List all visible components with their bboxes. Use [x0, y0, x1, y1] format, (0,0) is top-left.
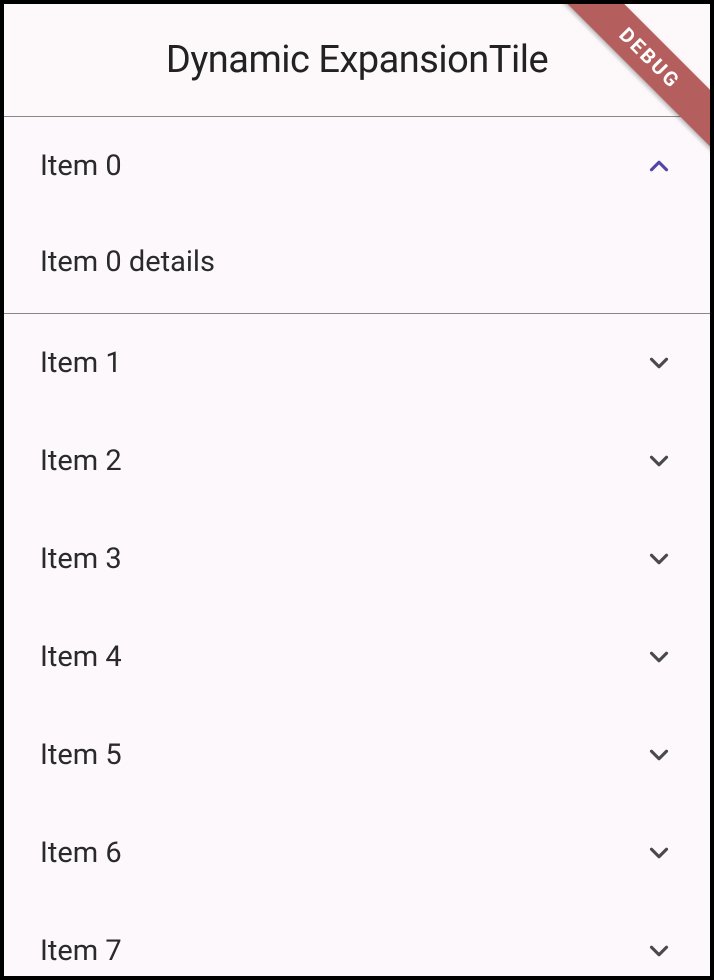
chevron-down-icon — [644, 348, 674, 378]
expansion-tile-0[interactable]: Item 0 — [4, 117, 710, 215]
tile-title: Item 3 — [40, 542, 122, 576]
chevron-down-icon — [644, 740, 674, 770]
tile-title: Item 4 — [40, 640, 122, 674]
tile-title: Item 5 — [40, 738, 122, 772]
app-frame: Dynamic ExpansionTile Item 0 Item 0 deta… — [4, 4, 710, 976]
expansion-tile-2[interactable]: Item 2 — [4, 412, 710, 510]
expansion-tile-7[interactable]: Item 7 — [4, 902, 710, 976]
chevron-down-icon — [644, 544, 674, 574]
chevron-up-icon — [644, 151, 674, 181]
chevron-down-icon — [644, 838, 674, 868]
expansion-tile-1[interactable]: Item 1 — [4, 314, 710, 412]
app-bar: Dynamic ExpansionTile — [4, 4, 710, 116]
tile-title: Item 2 — [40, 444, 122, 478]
tile-title: Item 7 — [40, 934, 122, 968]
tile-title: Item 6 — [40, 836, 122, 870]
expansion-tile-3[interactable]: Item 3 — [4, 510, 710, 608]
chevron-down-icon — [644, 642, 674, 672]
tile-title: Item 0 — [40, 149, 122, 183]
expansion-list[interactable]: Item 0 Item 0 details Item 1 Item 2 Item… — [4, 117, 710, 976]
page-title: Dynamic ExpansionTile — [166, 38, 548, 82]
chevron-down-icon — [644, 936, 674, 966]
tile-title: Item 1 — [40, 346, 122, 380]
expansion-tile-4[interactable]: Item 4 — [4, 608, 710, 706]
expansion-tile-6[interactable]: Item 6 — [4, 804, 710, 902]
chevron-down-icon — [644, 446, 674, 476]
expansion-tile-5[interactable]: Item 5 — [4, 706, 710, 804]
tile-details: Item 0 details — [4, 215, 710, 313]
